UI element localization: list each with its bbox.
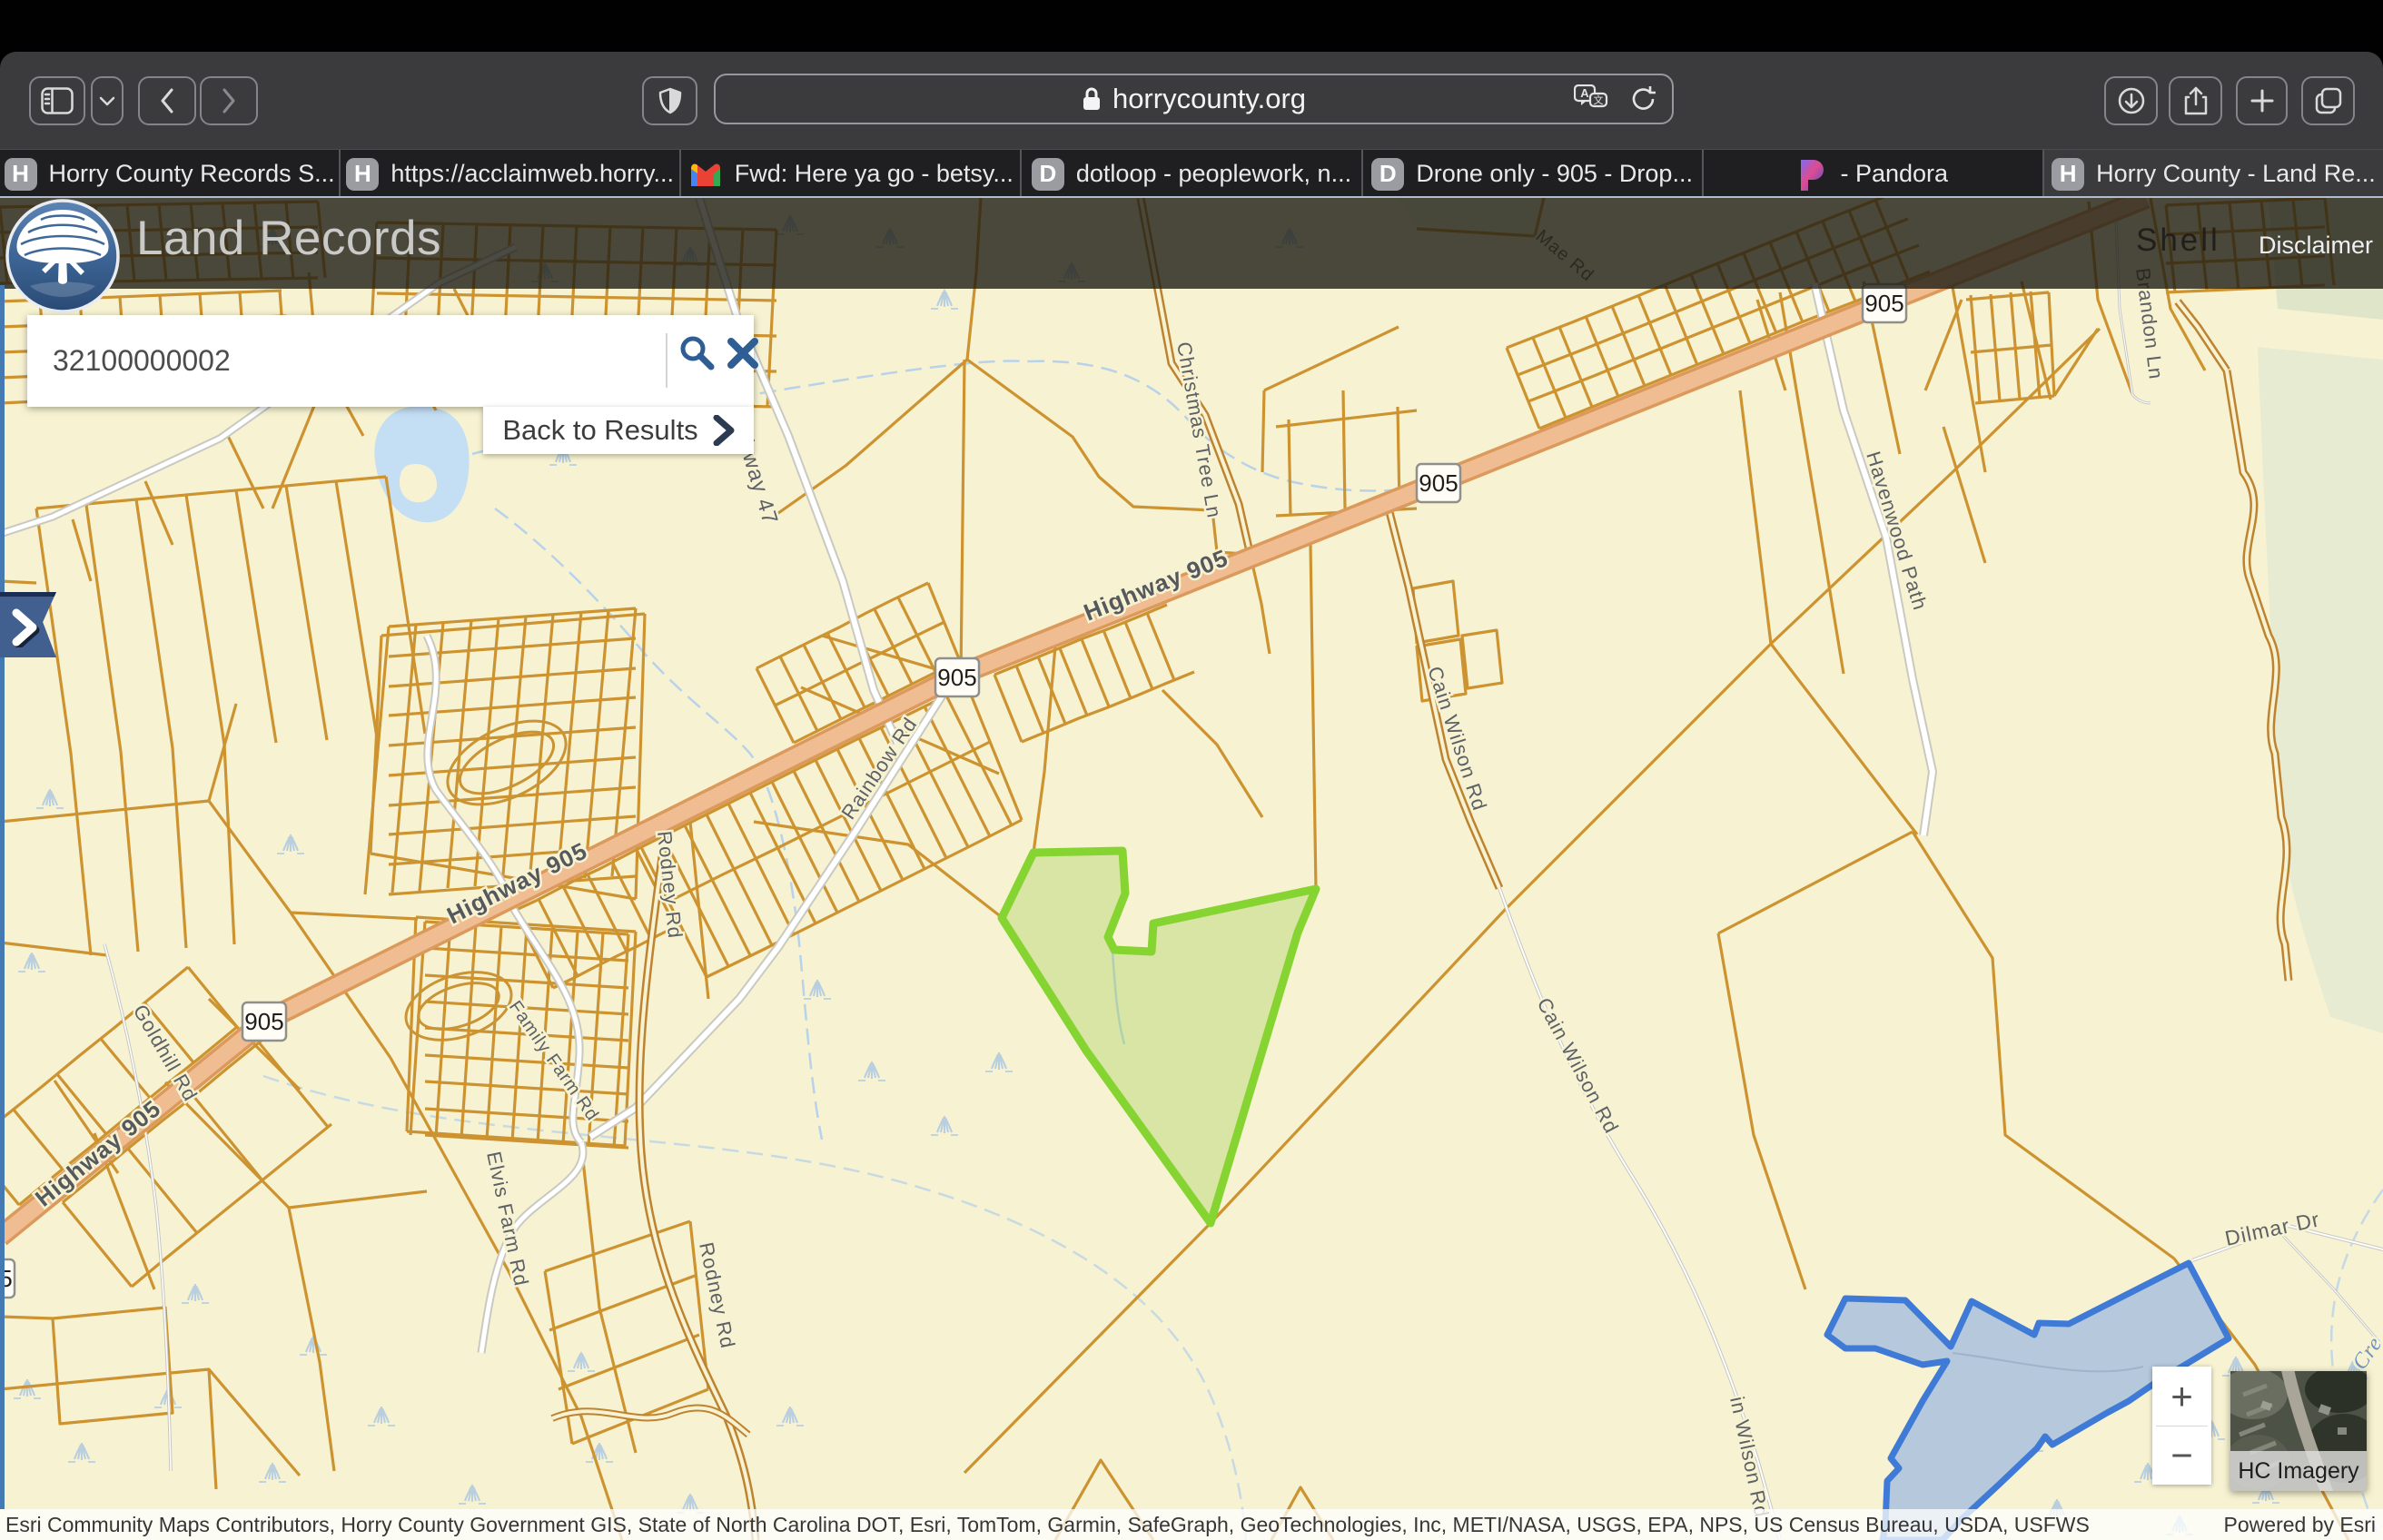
svg-text:905: 905 <box>1419 469 1458 497</box>
svg-text:文: 文 <box>1594 94 1604 106</box>
svg-text:905: 905 <box>244 1008 283 1035</box>
svg-text:905: 905 <box>1864 290 1903 317</box>
svg-text:A: A <box>1580 86 1589 100</box>
svg-text:905: 905 <box>937 664 976 691</box>
